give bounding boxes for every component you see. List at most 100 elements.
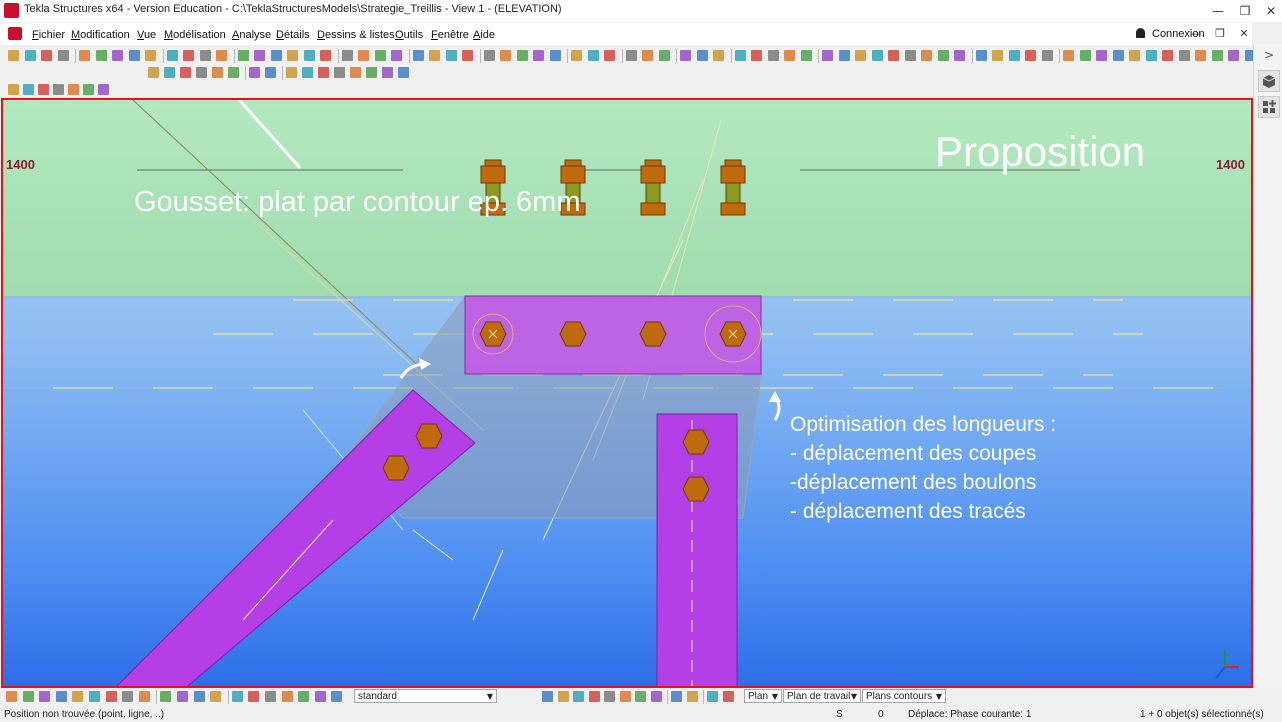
toolbar-button[interactable] bbox=[921, 50, 932, 61]
plans-contours-select[interactable]: Plans contours ▼ bbox=[862, 689, 946, 703]
toolbar-button[interactable] bbox=[1178, 50, 1190, 61]
toolbar-button[interactable] bbox=[341, 50, 353, 61]
toolbar-button[interactable] bbox=[855, 50, 866, 61]
cube-icon[interactable] bbox=[1258, 70, 1280, 92]
toolbar-button[interactable] bbox=[89, 691, 100, 702]
plan-select[interactable]: Plan ▼ bbox=[744, 689, 782, 703]
toolbar-button[interactable] bbox=[216, 50, 227, 61]
toolbar-button[interactable] bbox=[331, 691, 343, 702]
toolbar-button[interactable] bbox=[231, 691, 243, 702]
toolbar-button[interactable] bbox=[164, 67, 175, 78]
toolbar-button[interactable] bbox=[542, 691, 553, 702]
menu-fenetre[interactable]: Fenêtre bbox=[431, 29, 469, 41]
toolbar-button[interactable] bbox=[822, 50, 833, 61]
toolbar-button[interactable] bbox=[767, 50, 779, 61]
toolbar-button[interactable] bbox=[1162, 50, 1173, 61]
toolbar-button[interactable] bbox=[270, 50, 282, 61]
toolbar-button[interactable] bbox=[604, 691, 615, 702]
toolbar-button[interactable] bbox=[871, 50, 883, 61]
toolbar-button[interactable] bbox=[642, 50, 653, 61]
toolbar-button[interactable] bbox=[516, 50, 528, 61]
toolbar-button[interactable] bbox=[23, 84, 34, 95]
toolbar-button[interactable] bbox=[391, 50, 402, 61]
toolbar-button[interactable] bbox=[68, 84, 79, 95]
toolbar-button[interactable] bbox=[196, 67, 207, 78]
toolbar-button[interactable] bbox=[619, 691, 631, 702]
menu-modification[interactable]: Modification bbox=[71, 29, 130, 41]
toolbar-button[interactable] bbox=[72, 691, 84, 702]
toolbar-button[interactable] bbox=[160, 691, 172, 702]
toolbar-button[interactable] bbox=[954, 50, 965, 61]
maximize-button[interactable]: ❐ bbox=[1232, 2, 1258, 20]
toolbar-button[interactable] bbox=[1145, 50, 1157, 61]
toolbar-button[interactable] bbox=[303, 50, 315, 61]
toolbar-button[interactable] bbox=[334, 67, 345, 78]
toolbar-button[interactable] bbox=[298, 691, 310, 702]
toolbar-button[interactable] bbox=[39, 691, 51, 702]
toolbar-button[interactable] bbox=[1008, 50, 1020, 61]
toolbar-button[interactable] bbox=[55, 691, 67, 702]
toolbar-button[interactable] bbox=[784, 50, 795, 61]
menu-analyse[interactable]: Analyse bbox=[232, 29, 271, 41]
toolbar-button[interactable] bbox=[587, 50, 599, 61]
toolbar-button[interactable] bbox=[8, 84, 19, 95]
toolbar-button[interactable] bbox=[79, 50, 90, 61]
toolbar-button[interactable] bbox=[249, 67, 260, 78]
toolbar-button[interactable] bbox=[707, 691, 718, 702]
toolbar-button[interactable] bbox=[302, 67, 313, 78]
toolbar-button[interactable] bbox=[937, 50, 949, 61]
minimize-button[interactable]: — bbox=[1205, 2, 1231, 20]
toolbar-button[interactable] bbox=[254, 50, 265, 61]
toolbar-button[interactable] bbox=[686, 691, 698, 702]
toolbar-button[interactable] bbox=[722, 691, 734, 702]
toolbar-button[interactable] bbox=[265, 691, 276, 702]
toolbar-button[interactable] bbox=[38, 84, 49, 95]
menu-details[interactable]: Détails bbox=[276, 29, 310, 41]
toolbar-button[interactable] bbox=[751, 50, 762, 61]
toolbar-button[interactable] bbox=[193, 691, 205, 702]
app-menu-icon[interactable] bbox=[8, 27, 22, 40]
toolbar-button[interactable] bbox=[287, 50, 298, 61]
toolbar-button[interactable] bbox=[1129, 50, 1140, 61]
toolbar-button[interactable] bbox=[429, 50, 440, 61]
toolbar-button[interactable] bbox=[8, 50, 19, 61]
toolbar-button[interactable] bbox=[557, 691, 569, 702]
toolbar-button[interactable] bbox=[237, 50, 249, 61]
toolbar-button[interactable] bbox=[625, 50, 637, 61]
toolbar-button[interactable] bbox=[888, 50, 899, 61]
toolbar-button[interactable] bbox=[41, 50, 52, 61]
toolbar-button[interactable] bbox=[138, 691, 150, 702]
toolbar-button[interactable] bbox=[904, 50, 916, 61]
toolbar-button[interactable] bbox=[180, 67, 191, 78]
toolbar-button[interactable] bbox=[183, 50, 194, 61]
toolbar-button[interactable] bbox=[57, 50, 69, 61]
toolbar-button[interactable] bbox=[1211, 50, 1223, 61]
menu-dessins-listes[interactable]: Dessins & listes bbox=[317, 29, 395, 41]
toolbar-button[interactable] bbox=[1025, 50, 1036, 61]
toolbar-button[interactable] bbox=[500, 50, 511, 61]
toolbar-button[interactable] bbox=[210, 691, 222, 702]
toolbar-button[interactable] bbox=[320, 50, 331, 61]
doc-close-button[interactable]: ✕ bbox=[1234, 26, 1254, 42]
chevron-right-icon[interactable]: > bbox=[1264, 48, 1274, 62]
toolbar-button[interactable] bbox=[248, 691, 260, 702]
menu-outils[interactable]: Outils bbox=[395, 29, 423, 41]
toolbar-button[interactable] bbox=[398, 67, 409, 78]
toolbar-button[interactable] bbox=[382, 67, 393, 78]
toolbar-button[interactable] bbox=[366, 67, 377, 78]
toolbar-button[interactable] bbox=[105, 691, 117, 702]
toolbar-button[interactable] bbox=[112, 50, 123, 61]
toolbar-button[interactable] bbox=[1112, 50, 1124, 61]
filter-select[interactable]: standard ▼ bbox=[354, 689, 497, 703]
toolbar-button[interactable] bbox=[588, 691, 600, 702]
toolbar-button[interactable] bbox=[604, 50, 615, 61]
toolbar-button[interactable] bbox=[992, 50, 1003, 61]
toolbar-button[interactable] bbox=[1096, 50, 1107, 61]
toolbar-button[interactable] bbox=[145, 50, 156, 61]
menu-modelisation[interactable]: Modélisation bbox=[164, 29, 226, 41]
toolbar-button[interactable] bbox=[462, 50, 473, 61]
toolbar-button[interactable] bbox=[98, 84, 109, 95]
toolbar-button[interactable] bbox=[650, 691, 662, 702]
model-view[interactable]: 1400 1400 Proposition Gousset: plat par … bbox=[1, 98, 1253, 688]
toolbar-button[interactable] bbox=[83, 84, 94, 95]
